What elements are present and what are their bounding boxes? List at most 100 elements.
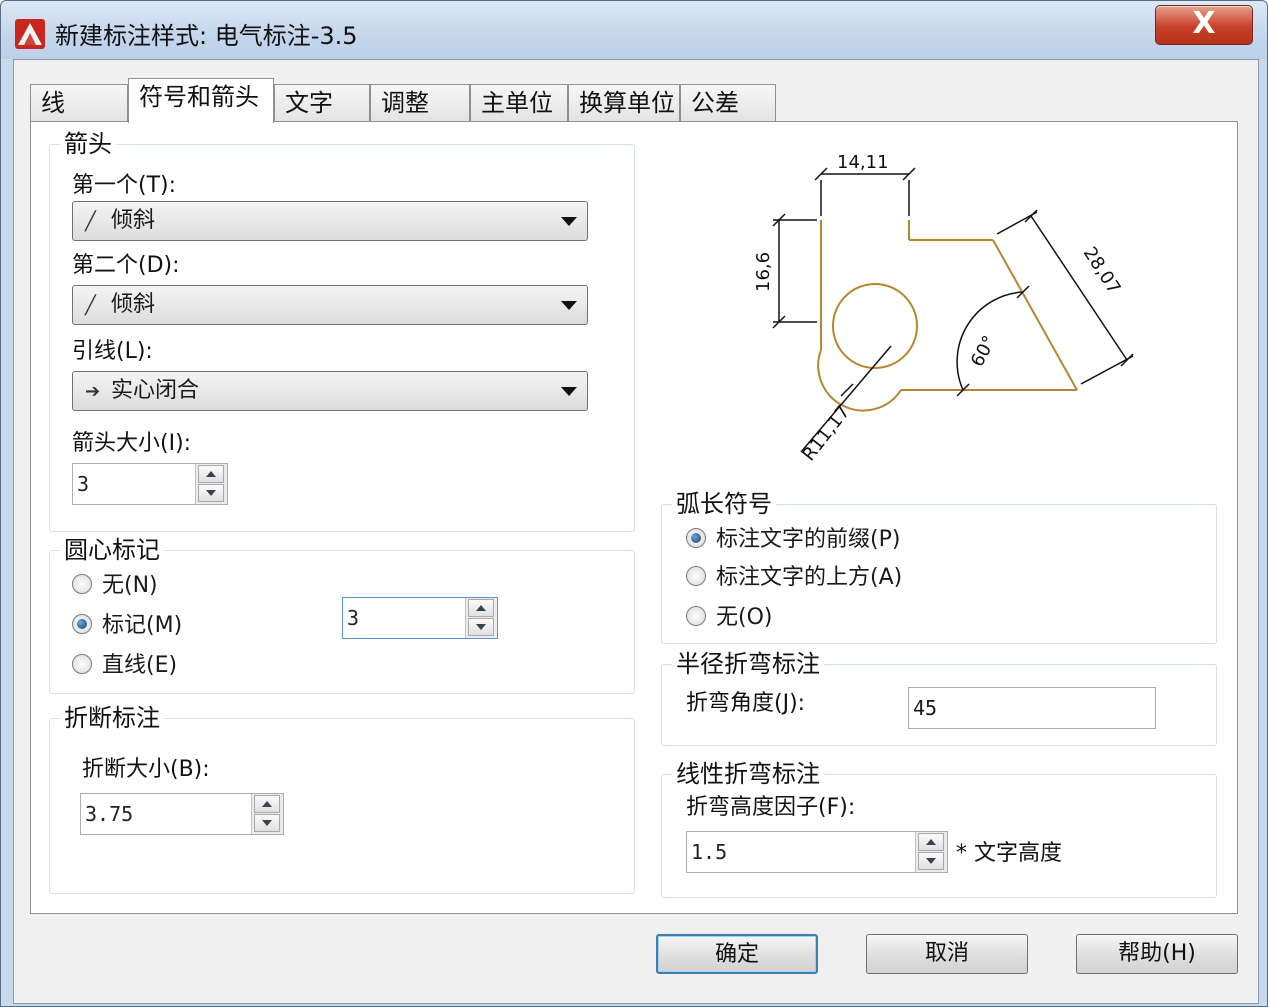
radio-icon (72, 574, 92, 594)
break-size-label: 折断大小(B): (82, 757, 210, 782)
spin-up-icon[interactable] (198, 465, 224, 483)
tab-lines[interactable]: 线 (30, 84, 128, 122)
combo-value: 倾斜 (111, 208, 156, 233)
arrowheads-group: 箭头 第一个(T): ╱ 倾斜 第二个(D): ╱ 倾斜 引线(L): ➔ 实心闭合 … (49, 130, 635, 532)
spin-down-icon[interactable] (468, 618, 494, 636)
radio-arc-above[interactable]: 标注文字的上方(A) (686, 563, 902, 593)
second-arrow-label: 第二个(D): (72, 253, 180, 278)
jog-height-factor-spinner[interactable]: 1.5 (686, 831, 948, 873)
preview-labels: 14,11 16,6 28,07 60° R11,17 (753, 152, 1124, 465)
radio-label: 标注文字的前缀(P) (716, 527, 901, 552)
radio-icon (686, 566, 706, 586)
preview-dimension-lines (772, 167, 1134, 453)
spinner-buttons (195, 464, 227, 504)
radio-arc-none[interactable]: 无(O) (686, 603, 772, 633)
tab-fit[interactable]: 调整 (370, 84, 470, 122)
tab-label: 符号和箭头 (139, 83, 259, 111)
spin-up-icon[interactable] (918, 833, 944, 851)
tab-label: 公差 (691, 89, 739, 117)
preview-dim-top: 14,11 (837, 152, 889, 173)
tab-label: 换算单位 (579, 89, 675, 117)
first-arrow-label: 第一个(T): (72, 173, 177, 198)
group-legend: 折断标注 (60, 704, 164, 732)
ok-button[interactable]: 确定 (656, 934, 818, 974)
group-legend: 弧长符号 (672, 490, 776, 518)
spinner-value: 1.5 (691, 840, 728, 864)
jog-height-factor-label: 折弯高度因子(F): (686, 795, 856, 820)
autocad-logo-icon (15, 19, 45, 49)
group-legend: 半径折弯标注 (672, 650, 824, 678)
group-legend: 线性折弯标注 (672, 760, 824, 788)
group-legend: 箭头 (60, 130, 116, 158)
help-button[interactable]: 帮助(H) (1076, 934, 1238, 974)
spin-down-icon[interactable] (918, 852, 944, 870)
radio-label: 直线(E) (102, 653, 178, 678)
tab-label: 文字 (285, 89, 333, 117)
radio-selected-icon (72, 614, 92, 634)
spinner-buttons (465, 598, 497, 638)
group-legend: 圆心标记 (60, 536, 164, 564)
tab-alternate-units[interactable]: 换算单位 (568, 84, 680, 122)
arc-length-symbol-group: 弧长符号 标注文字的前缀(P) 标注文字的上方(A) 无(O) (661, 490, 1217, 644)
oblique-arrow-icon: ╱ (85, 211, 96, 232)
dimension-style-preview: 14,11 16,6 28,07 60° R11,17 (753, 152, 1134, 465)
spin-up-icon[interactable] (468, 599, 494, 617)
dialog-window: 新建标注样式: 电气标注-3.5 X 线 符号和箭头 文字 调整 主单位 换算单… (0, 0, 1268, 1007)
spin-down-icon[interactable] (198, 484, 224, 502)
close-button[interactable]: X (1155, 5, 1253, 45)
window-title: 新建标注样式: 电气标注-3.5 (55, 22, 358, 50)
leader-arrow-combo[interactable]: ➔ 实心闭合 (72, 371, 588, 411)
radio-icon (686, 606, 706, 626)
radio-label: 标注文字的上方(A) (716, 565, 903, 590)
preview-dim-radius: R11,17 (798, 402, 854, 465)
chevron-down-icon (561, 217, 577, 226)
oblique-arrow-icon: ╱ (85, 295, 96, 316)
tab-label: 调整 (381, 89, 429, 117)
combo-value: 倾斜 (111, 292, 156, 317)
close-icon: X (1192, 6, 1216, 41)
radio-label: 无(O) (716, 605, 773, 630)
spin-down-icon[interactable] (254, 814, 280, 832)
center-marks-group: 圆心标记 无(N) 标记(M) 直线(E) 3 (49, 536, 635, 694)
cancel-button[interactable]: 取消 (866, 934, 1028, 974)
radio-label: 标记(M) (102, 613, 183, 638)
radio-center-mark[interactable]: 标记(M) (72, 611, 182, 641)
radio-label: 无(N) (102, 573, 158, 598)
title-bar[interactable]: 新建标注样式: 电气标注-3.5 X (1, 1, 1267, 59)
center-mark-size-spinner[interactable]: 3 (342, 597, 498, 639)
arrow-size-label: 箭头大小(I): (72, 431, 192, 456)
jog-angle-input[interactable]: 45 (908, 687, 1156, 729)
tab-label: 主单位 (481, 89, 553, 117)
first-arrow-combo[interactable]: ╱ 倾斜 (72, 201, 588, 241)
spin-up-icon[interactable] (254, 795, 280, 813)
second-arrow-combo[interactable]: ╱ 倾斜 (72, 285, 588, 325)
preview-dim-left: 16,6 (753, 252, 774, 292)
text-height-suffix: * 文字高度 (956, 841, 1062, 866)
spinner-value: 3 (347, 606, 360, 630)
radius-jog-group: 半径折弯标注 折弯角度(J): 45 (661, 650, 1217, 746)
tab-label: 线 (41, 89, 65, 117)
chevron-down-icon (561, 301, 577, 310)
preview-dim-right: 28,07 (1079, 243, 1125, 298)
radio-arc-prefix[interactable]: 标注文字的前缀(P) (686, 525, 900, 555)
symbols-arrows-panel: 箭头 第一个(T): ╱ 倾斜 第二个(D): ╱ 倾斜 引线(L): ➔ 实心闭合 … (30, 121, 1238, 914)
radio-icon (72, 654, 92, 674)
tab-tolerances[interactable]: 公差 (680, 84, 776, 122)
combo-value: 实心闭合 (111, 378, 200, 403)
closed-filled-arrow-icon: ➔ (85, 381, 101, 402)
tab-symbols-arrows[interactable]: 符号和箭头 (128, 78, 274, 123)
dialog-client-area: 线 符号和箭头 文字 调整 主单位 换算单位 公差 箭头 第一个(T): ╱ 倾斜… (13, 59, 1259, 1004)
preview-geometry (817, 220, 1078, 412)
radio-selected-icon (686, 528, 706, 548)
spinner-buttons (915, 832, 947, 872)
arrow-size-spinner[interactable]: 3 (72, 463, 228, 505)
linear-jog-group: 线性折弯标注 折弯高度因子(F): 1.5 * 文字高度 (661, 760, 1217, 898)
break-size-spinner[interactable]: 3.75 (80, 793, 284, 835)
jog-angle-label: 折弯角度(J): (686, 691, 806, 716)
dimension-break-group: 折断标注 折断大小(B): 3.75 (49, 704, 635, 894)
preview-dim-angle: 60° (967, 332, 1001, 370)
radio-center-none[interactable]: 无(N) (72, 571, 158, 601)
tab-primary-units[interactable]: 主单位 (470, 84, 568, 122)
tab-text[interactable]: 文字 (274, 84, 370, 122)
radio-center-line[interactable]: 直线(E) (72, 651, 177, 681)
